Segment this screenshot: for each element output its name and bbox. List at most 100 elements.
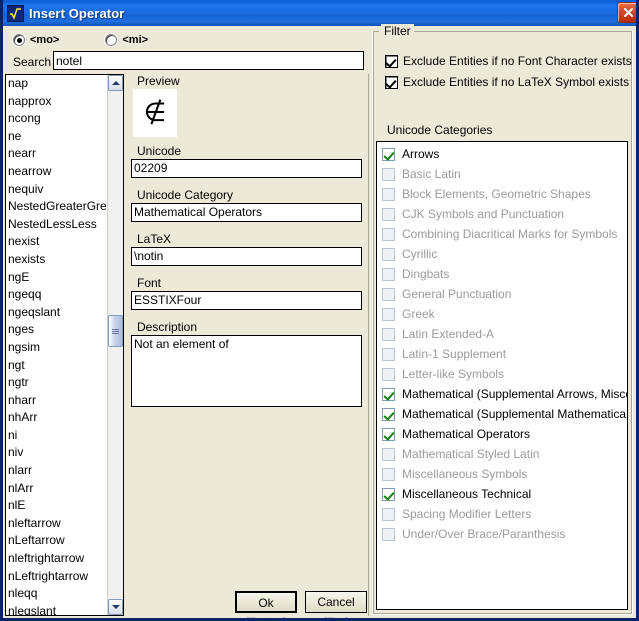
scroll-down-arrow-icon[interactable] bbox=[108, 599, 123, 615]
category-label: Latin-1 Supplement bbox=[402, 347, 507, 361]
list-item[interactable]: nlArr bbox=[6, 480, 107, 498]
scrollbar-thumb[interactable] bbox=[108, 315, 123, 347]
checkbox-exclude-no-latex-symbol-label: Exclude Entities if no LaTeX Symbol exis… bbox=[403, 75, 630, 89]
list-item[interactable]: nhArr bbox=[6, 409, 107, 427]
checkbox-exclude-no-latex-symbol[interactable]: Exclude Entities if no LaTeX Symbol exis… bbox=[385, 76, 629, 89]
entity-list-items[interactable]: nap napprox ncong ne nearr nearrow nequiv Neste… bbox=[6, 75, 107, 615]
list-item[interactable]: napprox bbox=[6, 93, 107, 111]
radio-mo[interactable]: <mo> bbox=[13, 34, 59, 46]
title-bar: Insert Operator bbox=[3, 0, 636, 26]
category-list-item[interactable]: Latin Extended-A bbox=[377, 324, 627, 344]
list-item[interactable]: ngeqq bbox=[6, 286, 107, 304]
list-item[interactable]: nges bbox=[6, 321, 107, 339]
list-item[interactable]: nleftrightarrow bbox=[6, 550, 107, 568]
font-value[interactable]: ESSTIXFour bbox=[131, 291, 362, 310]
mode-radio-group: <mo> <mi> bbox=[13, 32, 148, 48]
category-list-item[interactable]: Dingbats bbox=[377, 264, 627, 284]
category-list-item[interactable]: Mathematical (Supplemental Mathematical … bbox=[377, 404, 627, 424]
scroll-up-arrow-icon[interactable] bbox=[108, 75, 123, 91]
list-item[interactable]: nlarr bbox=[6, 462, 107, 480]
ok-button[interactable]: Ok bbox=[235, 591, 297, 613]
preview-glyph: ∉ bbox=[143, 98, 167, 128]
list-item[interactable]: nLeftarrow bbox=[6, 532, 107, 550]
category-list-item[interactable]: Basic Latin bbox=[377, 164, 627, 184]
list-item[interactable]: nequiv bbox=[6, 181, 107, 199]
list-item[interactable]: niv bbox=[6, 444, 107, 462]
category-label: Arrows bbox=[402, 147, 440, 161]
checkbox-unchecked-icon bbox=[382, 207, 395, 221]
checkbox-checked-icon bbox=[382, 387, 395, 401]
entity-list-scrollbar[interactable] bbox=[107, 75, 123, 615]
list-item[interactable]: ngeqslant bbox=[6, 304, 107, 322]
list-item[interactable]: nleqq bbox=[6, 585, 107, 603]
list-item[interactable]: nearrow bbox=[6, 163, 107, 181]
category-list-item[interactable]: Miscellaneous Symbols bbox=[377, 464, 627, 484]
checkbox-unchecked-icon bbox=[382, 167, 395, 181]
list-item[interactable]: ngE bbox=[6, 269, 107, 287]
category-list-item[interactable]: Mathematical Operators bbox=[377, 424, 627, 444]
category-label: Dingbats bbox=[402, 267, 450, 281]
list-item[interactable]: nleqslant bbox=[6, 603, 107, 615]
list-item[interactable]: ngt bbox=[6, 357, 107, 375]
list-item[interactable]: ni bbox=[6, 427, 107, 445]
entity-detail-panel: Preview ∉ Unicode 02209 Unicode Category… bbox=[131, 74, 365, 407]
category-list-item[interactable]: Arrows bbox=[377, 144, 627, 164]
list-item[interactable]: nlE bbox=[6, 497, 107, 515]
category-list-item[interactable]: Mathematical (Supplemental Arrows, Misce… bbox=[377, 384, 627, 404]
latex-value[interactable]: \notin bbox=[131, 247, 362, 266]
list-item[interactable]: nexist bbox=[6, 233, 107, 251]
list-item[interactable]: ngtr bbox=[6, 374, 107, 392]
checkbox-unchecked-icon bbox=[382, 227, 395, 241]
list-item[interactable]: nleftarrow bbox=[6, 515, 107, 533]
list-item[interactable]: NestedGreaterGreate bbox=[6, 198, 107, 216]
entity-listbox[interactable]: nap napprox ncong ne nearr nearrow nequiv Neste… bbox=[5, 74, 124, 616]
description-value[interactable]: Not an element of bbox=[131, 335, 362, 407]
category-list-item[interactable]: Mathematical Styled Latin bbox=[377, 444, 627, 464]
search-input[interactable] bbox=[53, 51, 364, 70]
window-title: Insert Operator bbox=[29, 5, 125, 21]
category-list-item[interactable]: Latin-1 Supplement bbox=[377, 344, 627, 364]
unicode-categories-label: Unicode Categories bbox=[387, 123, 493, 137]
category-label: Mathematical Styled Latin bbox=[402, 447, 540, 461]
checkbox-checked-icon bbox=[385, 76, 398, 89]
description-label: Description bbox=[137, 320, 198, 334]
category-list-item[interactable]: Cyrillic bbox=[377, 244, 627, 264]
checkbox-unchecked-icon bbox=[382, 467, 395, 481]
checkbox-checked-icon bbox=[382, 487, 395, 501]
cancel-button[interactable]: Cancel bbox=[305, 591, 367, 613]
list-item[interactable]: nLeftrightarrow bbox=[6, 568, 107, 586]
category-list-item[interactable]: Combining Diacritical Marks for Symbols bbox=[377, 224, 627, 244]
checkbox-exclude-no-font-character[interactable]: Exclude Entities if no Font Character ex… bbox=[385, 55, 632, 68]
unicode-value[interactable]: 02209 bbox=[131, 159, 362, 178]
list-item[interactable]: NestedLessLess bbox=[6, 216, 107, 234]
category-label: Mathematical Operators bbox=[402, 427, 531, 441]
unicode-category-value[interactable]: Mathematical Operators bbox=[131, 203, 362, 222]
list-item[interactable]: ncong bbox=[6, 110, 107, 128]
list-item[interactable]: ngsim bbox=[6, 339, 107, 357]
list-item[interactable]: nexists bbox=[6, 251, 107, 269]
preview-box: ∉ bbox=[133, 89, 177, 137]
list-item[interactable]: nearr bbox=[6, 145, 107, 163]
checkbox-checked-icon bbox=[382, 427, 395, 441]
list-item[interactable]: nap bbox=[6, 75, 107, 93]
category-list-item[interactable]: General Punctuation bbox=[377, 284, 627, 304]
category-list-item[interactable]: Under/Over Brace/Paranthesis bbox=[377, 524, 627, 544]
category-label: Basic Latin bbox=[402, 167, 461, 181]
close-icon[interactable] bbox=[617, 2, 636, 23]
category-label: Letter-like Symbols bbox=[402, 367, 505, 381]
category-list-item[interactable]: Block Elements, Geometric Shapes bbox=[377, 184, 627, 204]
radio-mi[interactable]: <mi> bbox=[105, 34, 148, 46]
list-item[interactable]: nharr bbox=[6, 392, 107, 410]
latex-label: LaTeX bbox=[137, 232, 172, 246]
category-list-item[interactable]: Greek bbox=[377, 304, 627, 324]
category-list-item[interactable]: CJK Symbols and Punctuation bbox=[377, 204, 627, 224]
dialog-buttons: Ok Cancel bbox=[235, 591, 367, 613]
category-list-item[interactable]: Miscellaneous Technical bbox=[377, 484, 627, 504]
category-label: Miscellaneous Technical bbox=[402, 487, 532, 501]
checkbox-unchecked-icon bbox=[382, 287, 395, 301]
category-list-item[interactable]: Letter-like Symbols bbox=[377, 364, 627, 384]
list-item[interactable]: ne bbox=[6, 128, 107, 146]
category-list-item[interactable]: Spacing Modifier Letters bbox=[377, 504, 627, 524]
unicode-categories-list[interactable]: Arrows Basic Latin Block Elements, Geometr… bbox=[376, 141, 628, 610]
checkbox-unchecked-icon bbox=[382, 347, 395, 361]
